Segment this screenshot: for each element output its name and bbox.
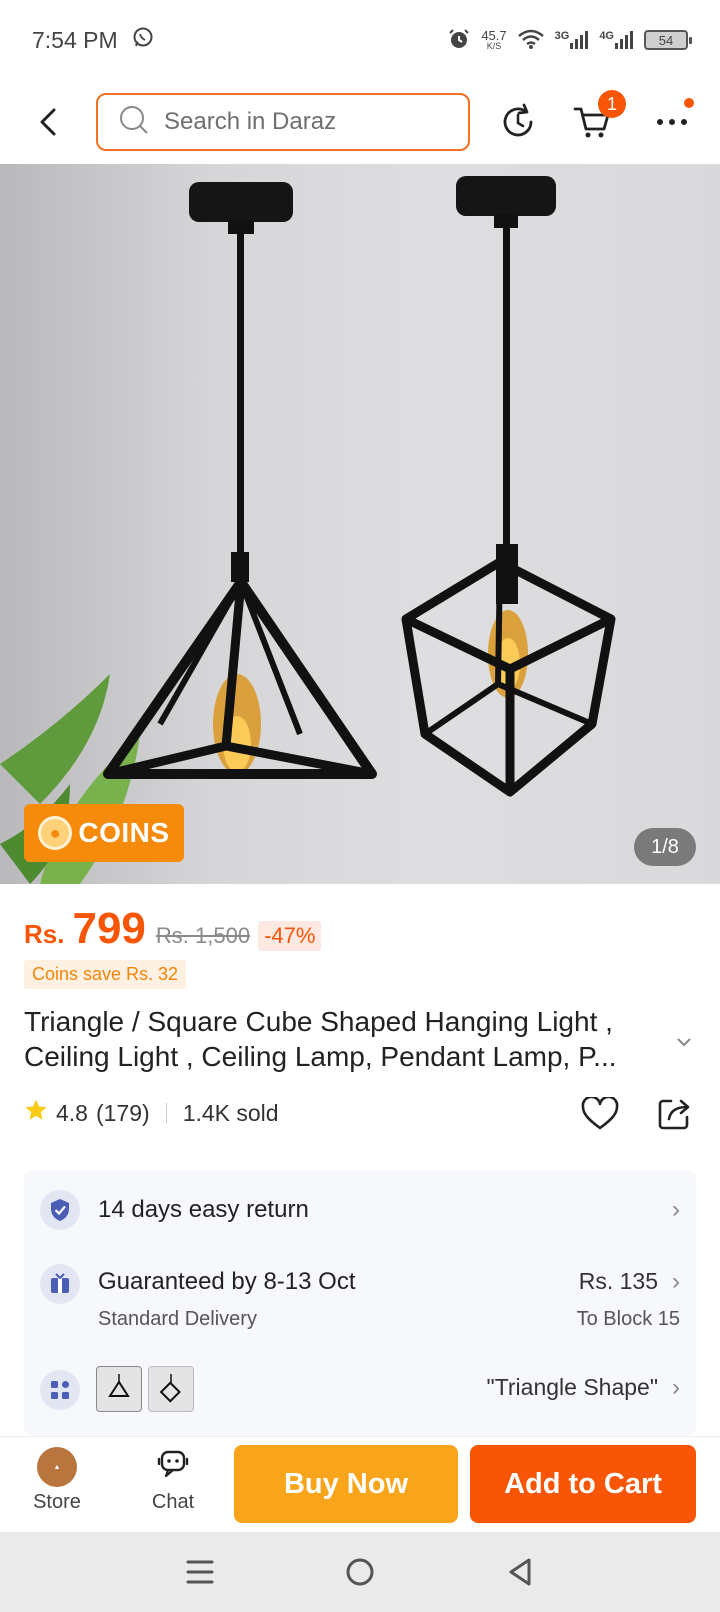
refresh-icon	[503, 103, 533, 137]
discount-badge: -47%	[258, 921, 322, 951]
star-icon	[24, 1098, 48, 1128]
product-title: Triangle / Square Cube Shaped Hanging Li…	[24, 1006, 617, 1072]
image-page-indicator: 1/8	[634, 828, 696, 866]
chevron-right-icon: ›	[672, 1268, 680, 1295]
search-icon	[118, 104, 150, 141]
delivery-fee: Rs. 135	[578, 1268, 658, 1294]
top-header: 1	[0, 80, 720, 164]
product-image	[0, 176, 616, 884]
signal-3g: 3G	[555, 30, 590, 50]
menu-nav-button[interactable]	[170, 1542, 230, 1602]
return-text: 14 days easy return	[98, 1196, 309, 1223]
refresh-button[interactable]	[494, 98, 542, 146]
search-bar[interactable]	[96, 93, 470, 151]
expand-title-button[interactable]	[676, 1034, 692, 1052]
status-bar: 7:54 PM 45.7 K/S 3G 4G 54	[0, 0, 720, 80]
price-currency: Rs.	[24, 919, 65, 949]
delivery-row[interactable]: Guaranteed by 8-13 Oct Standard Delivery…	[24, 1262, 696, 1342]
original-price: Rs. 1,500	[155, 923, 251, 948]
share-icon	[658, 1099, 690, 1130]
add-to-cart-button[interactable]: Add to Cart	[470, 1445, 696, 1523]
back-button[interactable]	[30, 102, 66, 142]
return-policy-row[interactable]: 14 days easy return ›	[24, 1188, 696, 1234]
shield-check-icon	[40, 1190, 80, 1230]
chevron-left-icon	[40, 108, 56, 136]
coins-save-label: Coins save Rs. 32	[24, 960, 187, 989]
notification-dot	[684, 98, 694, 108]
review-count: (179)	[95, 1099, 150, 1126]
cart-button[interactable]: 1	[568, 90, 626, 146]
signal-4g: 4G	[599, 30, 634, 50]
store-button[interactable]: ▲ Store	[12, 1447, 102, 1514]
delivery-box-icon	[40, 1264, 80, 1304]
rating-value: 4.8	[56, 1099, 88, 1126]
status-time: 7:54 PM	[32, 26, 118, 53]
variant-thumb-square[interactable]	[148, 1366, 194, 1412]
variant-row[interactable]: "Triangle Shape" ›	[24, 1366, 696, 1412]
chevron-down-icon	[677, 1038, 691, 1047]
back-triangle-icon	[509, 1558, 531, 1586]
current-price: 799	[72, 904, 146, 953]
coins-badge: ● COINS	[24, 804, 184, 862]
buy-now-button[interactable]: Buy Now	[234, 1445, 458, 1523]
store-logo-icon: ▲	[37, 1447, 77, 1487]
home-nav-button[interactable]	[330, 1542, 390, 1602]
alarm-icon	[447, 27, 471, 54]
home-circle-icon	[346, 1558, 374, 1586]
more-icon	[657, 119, 687, 125]
selected-variant: "Triangle Shape"	[486, 1374, 658, 1400]
delivery-info-card: 14 days easy return › Guaranteed by 8-13…	[24, 1170, 696, 1436]
rating-row[interactable]: 4.8 (179) 1.4K sold	[24, 1098, 279, 1128]
menu-icon	[186, 1560, 214, 1584]
search-input[interactable]	[164, 108, 444, 136]
chevron-right-icon: ›	[672, 1196, 680, 1223]
wifi-icon	[517, 28, 545, 53]
cart-count-badge: 1	[598, 90, 626, 118]
whatsapp-icon	[132, 26, 154, 54]
battery-icon: 54	[644, 30, 692, 50]
variants-grid-icon	[40, 1370, 80, 1410]
bottom-action-bar: ▲ Store Chat Buy Now Add to Cart	[0, 1436, 720, 1532]
system-nav-bar	[0, 1532, 720, 1612]
heart-icon	[581, 1097, 619, 1130]
back-nav-button[interactable]	[490, 1542, 550, 1602]
delivery-guarantee: Guaranteed by 8-13 Oct	[98, 1268, 356, 1295]
chevron-right-icon: ›	[672, 1374, 680, 1401]
wishlist-button[interactable]	[578, 1092, 622, 1136]
network-speed: 45.7 K/S	[481, 28, 507, 51]
coin-icon: ●	[38, 816, 73, 850]
variant-thumb-triangle[interactable]	[96, 1366, 142, 1412]
delivery-location: To Block 15	[576, 1308, 680, 1330]
delivery-type: Standard Delivery	[98, 1308, 257, 1330]
sold-count: 1.4K sold	[182, 1099, 279, 1126]
price-row: Rs. 799 Rs. 1,500 -47%	[24, 904, 322, 954]
chat-icon	[156, 1447, 190, 1487]
chat-button[interactable]: Chat	[128, 1447, 218, 1514]
share-button[interactable]	[652, 1092, 696, 1136]
divider	[165, 1103, 167, 1123]
more-options-button[interactable]	[648, 98, 696, 146]
product-image-gallery[interactable]: ● COINS 1/8	[0, 164, 720, 884]
